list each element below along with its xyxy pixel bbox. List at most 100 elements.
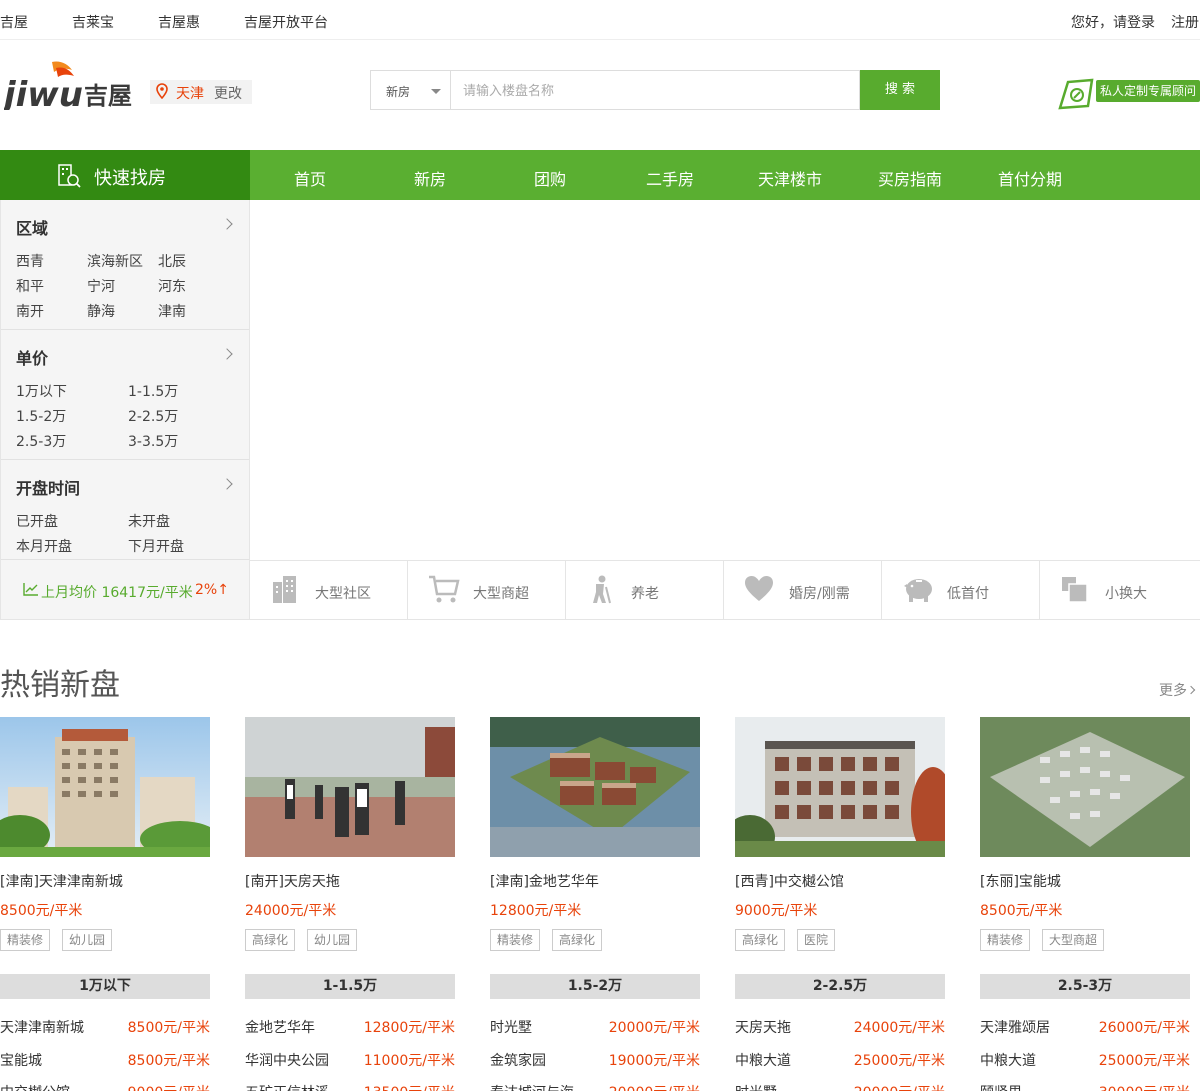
price-range-header: 2-2.5万 (735, 974, 945, 999)
city-switcher[interactable]: 天津 更改 (150, 80, 252, 104)
list-item[interactable]: 金地艺华年 12800元/平米 (245, 1017, 455, 1037)
location-pin-icon (156, 83, 168, 103)
region-option[interactable]: 南开 (16, 301, 44, 321)
list-item[interactable]: 中交樾公馆 9000元/平米 (0, 1082, 210, 1091)
chevron-right-icon[interactable] (221, 348, 233, 360)
list-item-name: 时光墅 (490, 1020, 532, 1036)
list-item[interactable]: 五矿正信林溪 13500元/平米 (245, 1082, 455, 1091)
region-option[interactable]: 津南 (158, 301, 186, 321)
top-link-jiwuhui[interactable]: 吉屋惠 (158, 12, 200, 32)
nav-market[interactable]: 天津楼市 (758, 166, 822, 190)
region-option[interactable]: 河东 (158, 276, 186, 296)
feature-mall[interactable]: 大型商超 (408, 561, 566, 619)
list-item[interactable]: 时光墅 20000元/平米 (490, 1017, 700, 1037)
svg-text:吉屋: 吉屋 (84, 82, 132, 110)
price-option[interactable]: 1.5-2万 (16, 406, 66, 426)
list-item-name: 天津雅颂居 (980, 1020, 1050, 1036)
region-option[interactable]: 静海 (87, 301, 115, 321)
list-item[interactable]: 天津雅颂居 26000元/平米 (980, 1017, 1190, 1037)
nav-second-hand[interactable]: 二手房 (646, 166, 694, 190)
opening-option[interactable]: 未开盘 (128, 511, 170, 531)
search-input[interactable] (450, 70, 860, 110)
advisor-button[interactable]: 私人定制专属顾问 (1058, 76, 1200, 110)
list-item[interactable]: 泰达城河与海 20000元/平米 (490, 1082, 700, 1091)
list-item[interactable]: 中粮大道 25000元/平米 (980, 1050, 1190, 1070)
list-item-price: 13500元/平米 (364, 1082, 455, 1091)
feature-upgrade[interactable]: 小换大 (1040, 561, 1198, 619)
property-price: 24000元/平米 (245, 903, 337, 919)
list-item-price: 8500元/平米 (127, 1053, 210, 1069)
price-option[interactable]: 1-1.5万 (128, 381, 178, 401)
opening-option[interactable]: 本月开盘 (16, 536, 72, 556)
top-link-jiwu[interactable]: 吉屋 (0, 12, 28, 32)
region-option[interactable]: 滨海新区 (87, 251, 143, 271)
list-item[interactable]: 颐贤里 30000元/平米 (980, 1082, 1190, 1091)
price-option[interactable]: 3-3.5万 (128, 431, 178, 451)
region-option[interactable]: 宁河 (87, 276, 115, 296)
property-name[interactable]: [东丽]宝能城 (980, 871, 1061, 891)
list-item[interactable]: 宝能城 8500元/平米 (0, 1050, 210, 1070)
list-item[interactable]: 华润中央公园 11000元/平米 (245, 1050, 455, 1070)
property-name[interactable]: [津南]金地艺华年 (490, 871, 599, 891)
list-item-name: 中交樾公馆 (0, 1082, 70, 1091)
property-name[interactable]: [南开]天房天拖 (245, 871, 340, 891)
shopping-cart-icon (428, 574, 460, 608)
nav-home[interactable]: 首页 (294, 166, 326, 190)
region-option[interactable]: 西青 (16, 251, 44, 271)
property-image[interactable] (980, 717, 1190, 857)
property-image[interactable] (245, 717, 455, 857)
price-option[interactable]: 2.5-3万 (16, 431, 66, 451)
property-image[interactable] (0, 717, 210, 857)
more-link[interactable]: 更多 (1159, 680, 1196, 700)
avg-price-widget[interactable]: 上月均价 16417元/平米 2%↑ (1, 560, 249, 620)
current-city: 天津 (176, 86, 204, 102)
search-button[interactable]: 搜 索 (860, 70, 940, 110)
opening-option[interactable]: 下月开盘 (128, 536, 184, 556)
property-image[interactable] (490, 717, 700, 857)
search-type-value: 新房 (386, 85, 411, 99)
opening-option[interactable]: 已开盘 (16, 511, 58, 531)
property-name[interactable]: [津南]天津津南新城 (0, 871, 123, 891)
feature-low-down-payment[interactable]: 低首付 (882, 561, 1040, 619)
chevron-right-icon[interactable] (221, 478, 233, 490)
search-type-select[interactable]: 新房 (370, 70, 450, 110)
nav-group-buy[interactable]: 团购 (534, 166, 566, 190)
list-item-name: 金筑家园 (490, 1053, 546, 1069)
price-option[interactable]: 1万以下 (16, 381, 67, 401)
list-item[interactable]: 时光墅 20000元/平米 (735, 1082, 945, 1091)
heart-icon (744, 574, 774, 608)
trend-chart-icon (23, 582, 39, 600)
price-range-header: 2.5-3万 (980, 974, 1190, 999)
list-item-price: 25000元/平米 (1098, 1053, 1190, 1069)
nav-installment[interactable]: 首付分期 (998, 166, 1062, 190)
nav-buying-guide[interactable]: 买房指南 (878, 166, 942, 190)
nav-new-homes[interactable]: 新房 (414, 166, 446, 190)
property-tag: 医院 (797, 929, 836, 951)
chevron-right-icon[interactable] (221, 218, 233, 230)
feature-label: 大型社区 (315, 586, 371, 602)
login-link[interactable]: 您好，请登录 (1071, 12, 1155, 32)
list-item[interactable]: 天津津南新城 8500元/平米 (0, 1017, 210, 1037)
region-option[interactable]: 北辰 (158, 251, 186, 271)
feature-elderly[interactable]: 养老 (566, 561, 724, 619)
property-name[interactable]: [西青]中交樾公馆 (735, 871, 844, 891)
list-item-name: 天津津南新城 (0, 1020, 84, 1036)
top-link-open-platform[interactable]: 吉屋开放平台 (244, 12, 328, 32)
feature-large-community[interactable]: 大型社区 (250, 561, 408, 619)
top-link-jilaibao[interactable]: 吉莱宝 (72, 12, 114, 32)
list-item[interactable]: 中粮大道 25000元/平米 (735, 1050, 945, 1070)
feature-wedding[interactable]: 婚房/刚需 (724, 561, 882, 619)
quick-find-button[interactable]: 快速找房 (0, 150, 250, 200)
site-logo[interactable]: jiwu 吉屋 (0, 60, 139, 115)
property-image[interactable] (735, 717, 945, 857)
list-item[interactable]: 金筑家园 19000元/平米 (490, 1050, 700, 1070)
svg-text:jiwu: jiwu (4, 75, 83, 110)
price-option[interactable]: 2-2.5万 (128, 406, 178, 426)
list-item[interactable]: 天房天拖 24000元/平米 (735, 1017, 945, 1037)
region-option[interactable]: 和平 (16, 276, 44, 296)
feature-label: 养老 (631, 586, 659, 602)
register-link[interactable]: 注册 (1171, 12, 1199, 32)
list-item-price: 30000元/平米 (1099, 1082, 1190, 1091)
property-tag: 大型商超 (1042, 929, 1105, 951)
change-city-link[interactable]: 更改 (214, 83, 242, 103)
